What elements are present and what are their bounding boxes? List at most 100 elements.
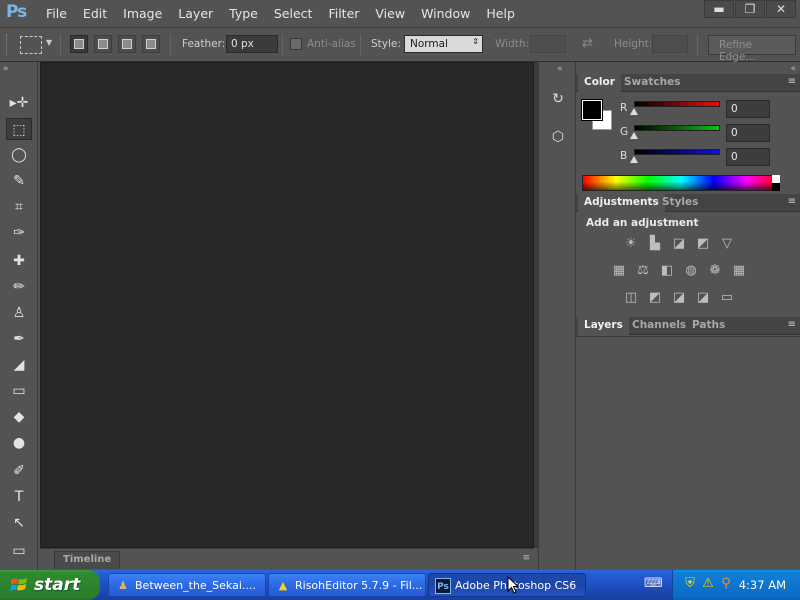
canvas-area[interactable] <box>40 62 534 548</box>
menu-image[interactable]: Image <box>115 0 170 28</box>
antialias-checkbox[interactable] <box>290 38 302 50</box>
crop-tool-icon[interactable]: ⌗ <box>6 196 32 218</box>
exposure-icon[interactable]: ◩ <box>694 236 712 252</box>
color-spectrum-bar[interactable] <box>582 175 780 191</box>
menu-type[interactable]: Type <box>221 0 266 28</box>
lasso-tool-icon[interactable]: ◯ <box>6 144 32 166</box>
quick-selection-tool-icon[interactable]: ✎ <box>6 170 32 192</box>
move-tool-icon[interactable]: ▸✛ <box>6 92 32 114</box>
system-clock[interactable]: 4:37 AM <box>739 578 786 592</box>
intersect-selection-button[interactable] <box>142 35 160 53</box>
invert-icon[interactable]: ◫ <box>622 290 640 306</box>
timeline-menu-icon[interactable]: ≡ <box>522 553 530 563</box>
vibrance-icon[interactable]: ▽ <box>718 236 736 252</box>
pen-tool-icon[interactable]: ✐ <box>6 460 32 482</box>
risoheditor-app-icon: ▲ <box>278 579 288 592</box>
levels-icon[interactable]: ▙ <box>646 236 664 252</box>
dodge-tool-icon[interactable]: ● <box>6 432 32 454</box>
eyedropper-tool-icon[interactable]: ✑ <box>6 222 32 244</box>
brightness-contrast-icon[interactable]: ☀ <box>622 236 640 252</box>
selective-color-icon[interactable]: ▭ <box>718 290 736 306</box>
blur-tool-icon[interactable]: ◆ <box>6 406 32 428</box>
subtract-selection-button[interactable] <box>118 35 136 53</box>
marquee-tool-icon[interactable]: ⬚ <box>6 118 32 140</box>
posterize-icon[interactable]: ◩ <box>646 290 664 306</box>
slider-label-g: G <box>620 126 629 138</box>
options-grip[interactable] <box>6 34 10 56</box>
keyboard-icon[interactable]: ⌨ <box>644 576 663 592</box>
photo-filter-icon[interactable]: ◍ <box>682 263 700 279</box>
collapse-dock-icon[interactable]: « <box>557 64 563 74</box>
menu-help[interactable]: Help <box>478 0 523 28</box>
menu-select[interactable]: Select <box>266 0 321 28</box>
blue-slider-thumb[interactable] <box>630 156 638 163</box>
eraser-tool-icon[interactable]: ◢ <box>6 354 32 376</box>
layers-list[interactable] <box>576 336 800 570</box>
tab-styles[interactable]: Styles <box>656 194 704 212</box>
hue-saturation-icon[interactable]: ▦ <box>610 263 628 279</box>
menu-file[interactable]: File <box>38 0 75 28</box>
color-balance-icon[interactable]: ⚖ <box>634 263 652 279</box>
blue-value-input[interactable]: 0 <box>726 148 770 166</box>
green-value-input[interactable]: 0 <box>726 124 770 142</box>
channel-mixer-icon[interactable]: ❁ <box>706 263 724 279</box>
tab-channels[interactable]: Channels <box>626 317 692 335</box>
properties-panel-icon[interactable]: ⬡ <box>547 126 569 148</box>
brush-tool-icon[interactable]: ✏ <box>6 276 32 298</box>
black-white-icon[interactable]: ◧ <box>658 263 676 279</box>
add-adjustment-title: Add an adjustment <box>586 217 699 229</box>
menu-view[interactable]: View <box>367 0 413 28</box>
close-icon[interactable]: ✕ <box>766 0 796 18</box>
clone-stamp-tool-icon[interactable]: ♙ <box>6 302 32 324</box>
search-icon[interactable]: ⚲ <box>718 576 734 592</box>
blue-slider-track[interactable] <box>634 149 720 155</box>
menu-edit[interactable]: Edit <box>75 0 115 28</box>
photoshop-app-icon: Ps <box>435 578 451 594</box>
tool-preset-picker[interactable] <box>20 36 42 54</box>
history-panel-icon[interactable]: ↻ <box>547 88 569 110</box>
feather-input[interactable]: 0 px <box>226 35 278 53</box>
restore-icon[interactable]: ❐ <box>735 0 765 18</box>
path-selection-tool-icon[interactable]: ↖ <box>6 512 32 534</box>
add-selection-button[interactable] <box>94 35 112 53</box>
tab-adjustments[interactable]: Adjustments <box>578 194 665 212</box>
taskbar-item-between-the-sekai[interactable]: ♟ Between_the_Sekai.... <box>108 573 266 597</box>
new-selection-button[interactable] <box>70 35 88 53</box>
tab-paths[interactable]: Paths <box>686 317 731 335</box>
foreground-color-swatch[interactable] <box>581 99 603 121</box>
minimize-icon[interactable]: ▬ <box>704 0 734 18</box>
rectangle-tool-icon[interactable]: ▭ <box>6 540 32 562</box>
red-value-input[interactable]: 0 <box>726 100 770 118</box>
curves-icon[interactable]: ◪ <box>670 236 688 252</box>
collapse-panels-icon[interactable]: « <box>790 64 796 74</box>
healing-brush-tool-icon[interactable]: ✚ <box>6 250 32 272</box>
collapse-toolbar-icon[interactable]: » <box>3 64 9 74</box>
security-shield-icon[interactable]: ⛨ <box>682 576 698 592</box>
adjustments-panel-menu-icon[interactable]: ≡ <box>788 196 796 207</box>
menu-filter[interactable]: Filter <box>320 0 367 28</box>
red-slider-thumb[interactable] <box>630 108 638 115</box>
menu-window[interactable]: Window <box>413 0 478 28</box>
tab-swatches[interactable]: Swatches <box>618 74 686 92</box>
timeline-tab[interactable]: Timeline <box>54 551 121 569</box>
color-panel-menu-icon[interactable]: ≡ <box>788 76 796 87</box>
taskbar-item-risoheditor[interactable]: ▲ RisohEditor 5.7.9 - Fil... <box>268 573 426 597</box>
select-arrows-icon: ⇕ <box>472 37 479 46</box>
green-slider-thumb[interactable] <box>630 132 638 139</box>
warning-icon[interactable]: ⚠ <box>700 576 716 592</box>
color-lookup-icon[interactable]: ▦ <box>730 263 748 279</box>
type-tool-icon[interactable]: T <box>6 486 32 508</box>
tool-preset-arrow-icon[interactable]: ▼ <box>46 38 52 47</box>
green-slider-track[interactable] <box>634 125 720 131</box>
menu-layer[interactable]: Layer <box>170 0 221 28</box>
gradient-map-icon[interactable]: ◪ <box>694 290 712 306</box>
tab-color[interactable]: Color <box>578 74 621 92</box>
style-select[interactable]: Normal ⇕ <box>404 35 483 53</box>
black-white-swatch[interactable] <box>772 175 780 191</box>
history-brush-tool-icon[interactable]: ✒ <box>6 328 32 350</box>
gradient-tool-icon[interactable]: ▭ <box>6 380 32 402</box>
tab-layers[interactable]: Layers <box>578 317 629 335</box>
red-slider-track[interactable] <box>634 101 720 107</box>
layers-panel-menu-icon[interactable]: ≡ <box>788 319 796 330</box>
threshold-icon[interactable]: ◪ <box>670 290 688 306</box>
